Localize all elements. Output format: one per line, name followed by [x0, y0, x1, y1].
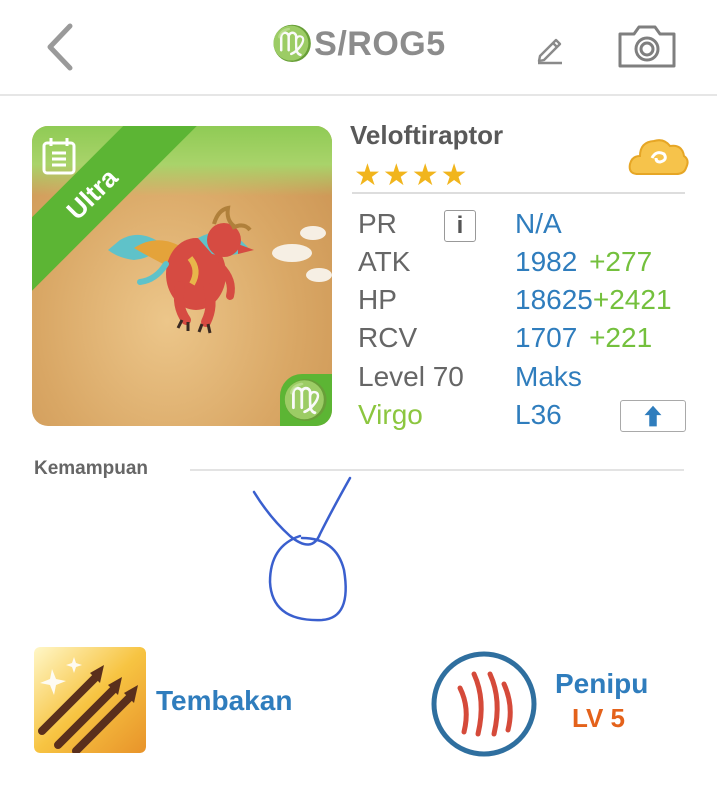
skill-icon[interactable] [34, 647, 146, 753]
handwritten-annotation [252, 476, 352, 622]
card-stone [300, 226, 326, 240]
stat-value-hp: 18625+2421 [515, 284, 672, 316]
awakening-icon[interactable] [430, 650, 538, 758]
card-stone [306, 268, 332, 282]
stat-base-atk: 1982 [515, 246, 578, 277]
level-value: Maks [515, 361, 582, 392]
info-separator [352, 192, 685, 194]
skill-name: Tembakan [156, 685, 293, 716]
stat-bonus-rcv: +221 [589, 322, 653, 353]
camera-icon [618, 25, 676, 68]
stat-label-atk: ATK [358, 246, 411, 277]
dragon-portrait [108, 205, 254, 334]
arrow-up-icon [644, 405, 662, 427]
sign-level-value: L36 [515, 399, 562, 430]
stat-base-hp: 18625 [515, 284, 593, 315]
section-title-abilities: Kemampuan [34, 458, 149, 479]
upgrade-button[interactable] [620, 400, 686, 432]
edit-button[interactable] [532, 30, 568, 66]
star-rating: ★★★★ [354, 159, 470, 192]
stat-value-pr: N/A [515, 208, 562, 239]
cloud-button[interactable] [626, 132, 690, 182]
camera-button[interactable] [616, 22, 678, 70]
card-stone [272, 244, 312, 262]
stat-label-rcv: RCV [358, 322, 418, 353]
cloud-icon [628, 139, 689, 175]
document-icon [42, 138, 76, 175]
monster-name: Veloftiraptor [350, 120, 504, 150]
page-title: ♍S/ROG5 [271, 25, 446, 63]
sign-label: Virgo [358, 399, 423, 430]
awakening-name: Penipu [555, 668, 649, 699]
virgo-icon: ♍ [282, 380, 330, 422]
stat-label-pr: PR [358, 208, 397, 239]
info-icon[interactable]: i [444, 210, 476, 242]
stat-value-rcv: 1707 +221 [515, 322, 652, 354]
awakening-level: LV 5 [572, 703, 625, 733]
level-label: Level 70 [358, 361, 464, 392]
stat-label-hp: HP [358, 284, 397, 315]
stat-value-atk: 1982 +277 [515, 246, 652, 278]
stat-base-rcv: 1707 [515, 322, 578, 353]
pencil-icon [537, 38, 562, 65]
stat-bonus-atk: +277 [589, 246, 653, 277]
stat-bonus-hp: +2421 [592, 284, 672, 315]
